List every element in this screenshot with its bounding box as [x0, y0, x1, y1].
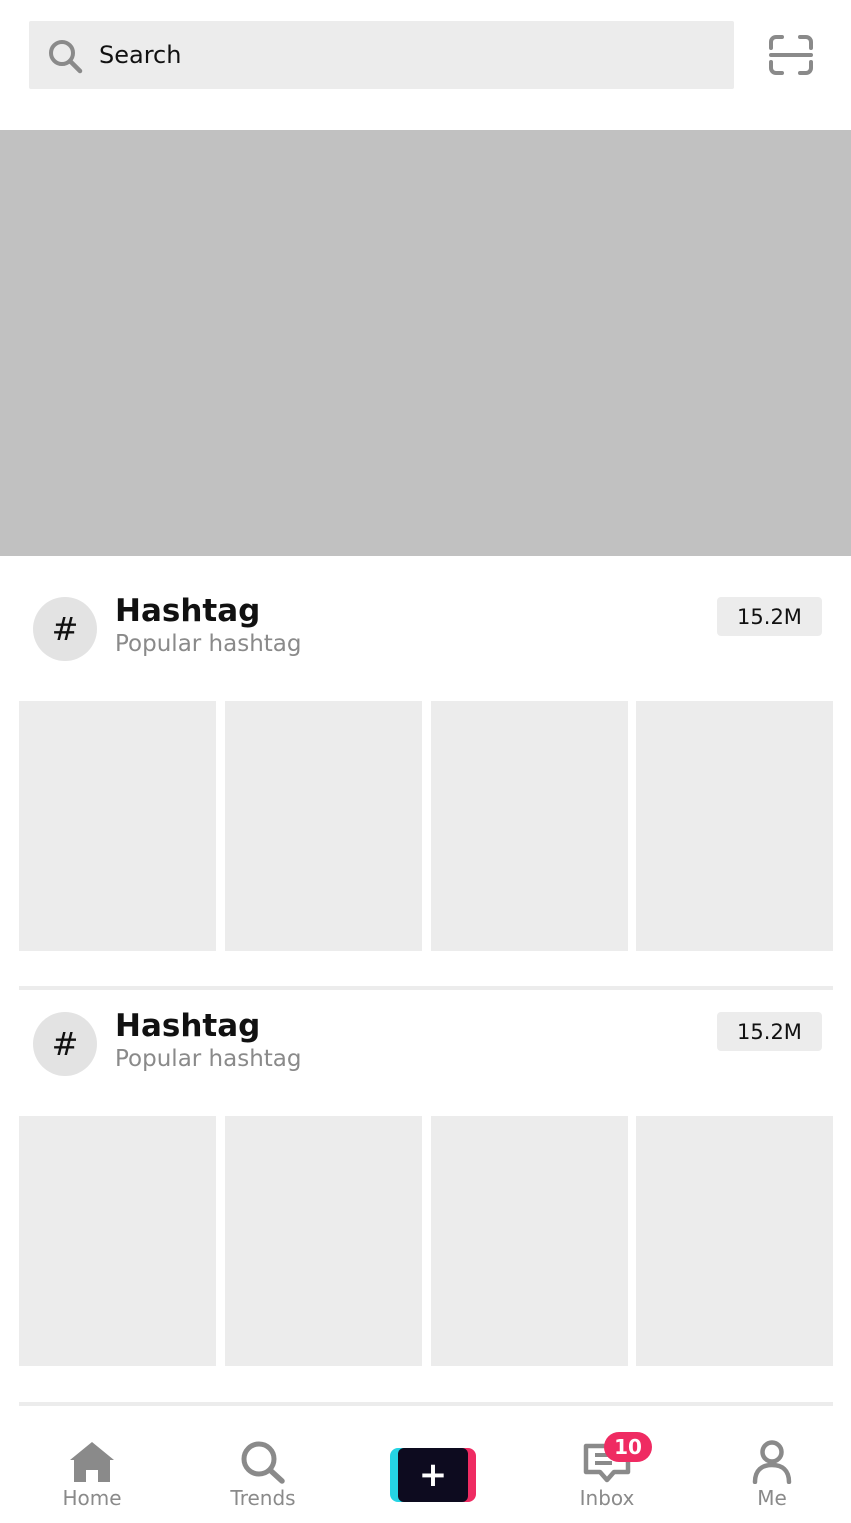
video-thumbnail[interactable]	[225, 1116, 422, 1366]
plus-icon: +	[398, 1448, 468, 1502]
hashtag-icon: #	[33, 1012, 97, 1076]
thumbnail-row	[19, 701, 833, 951]
section-divider	[19, 1402, 833, 1406]
view-count-badge: 15.2M	[717, 1012, 822, 1051]
video-thumbnail[interactable]	[636, 1116, 833, 1366]
hashtag-title: Hashtag	[115, 1008, 261, 1044]
inbox-notification-badge: 10	[604, 1432, 652, 1462]
search-icon	[49, 40, 83, 74]
video-thumbnail[interactable]	[431, 1116, 628, 1366]
nav-home-label: Home	[62, 1486, 122, 1510]
home-icon	[70, 1442, 114, 1482]
video-thumbnail[interactable]	[19, 701, 216, 951]
nav-trends[interactable]: Trends	[203, 1438, 323, 1518]
search-box[interactable]	[29, 21, 734, 89]
video-thumbnail[interactable]	[431, 701, 628, 951]
video-thumbnail[interactable]	[636, 701, 833, 951]
nav-me[interactable]: Me	[712, 1438, 832, 1518]
nav-inbox-label: Inbox	[579, 1486, 635, 1510]
view-count-badge: 15.2M	[717, 597, 822, 636]
video-thumbnail[interactable]	[19, 1116, 216, 1366]
search-input[interactable]	[99, 21, 709, 89]
scan-icon[interactable]	[768, 34, 814, 76]
bottom-nav: Home Trends + Inbox 10 Me	[0, 1420, 851, 1523]
thumbnail-row	[19, 1116, 833, 1366]
hashtag-header[interactable]: # Hashtag Popular hashtag 15.2M	[0, 556, 851, 661]
hashtag-section: # Hashtag Popular hashtag 15.2M	[0, 556, 851, 986]
nav-home[interactable]: Home	[32, 1438, 152, 1518]
search-icon	[241, 1441, 285, 1484]
hashtag-title: Hashtag	[115, 593, 261, 629]
hashtag-subtitle: Popular hashtag	[115, 631, 302, 657]
top-bar	[0, 0, 851, 130]
nav-trends-label: Trends	[230, 1486, 296, 1510]
nav-me-label: Me	[757, 1486, 787, 1510]
banner-image[interactable]	[0, 130, 851, 556]
hashtag-subtitle: Popular hashtag	[115, 1046, 302, 1072]
profile-icon	[752, 1440, 792, 1484]
hashtag-icon: #	[33, 597, 97, 661]
hashtag-section: # Hashtag Popular hashtag 15.2M	[0, 971, 851, 1401]
hashtag-header[interactable]: # Hashtag Popular hashtag 15.2M	[0, 971, 851, 1076]
video-thumbnail[interactable]	[225, 701, 422, 951]
create-button[interactable]: +	[390, 1448, 476, 1502]
